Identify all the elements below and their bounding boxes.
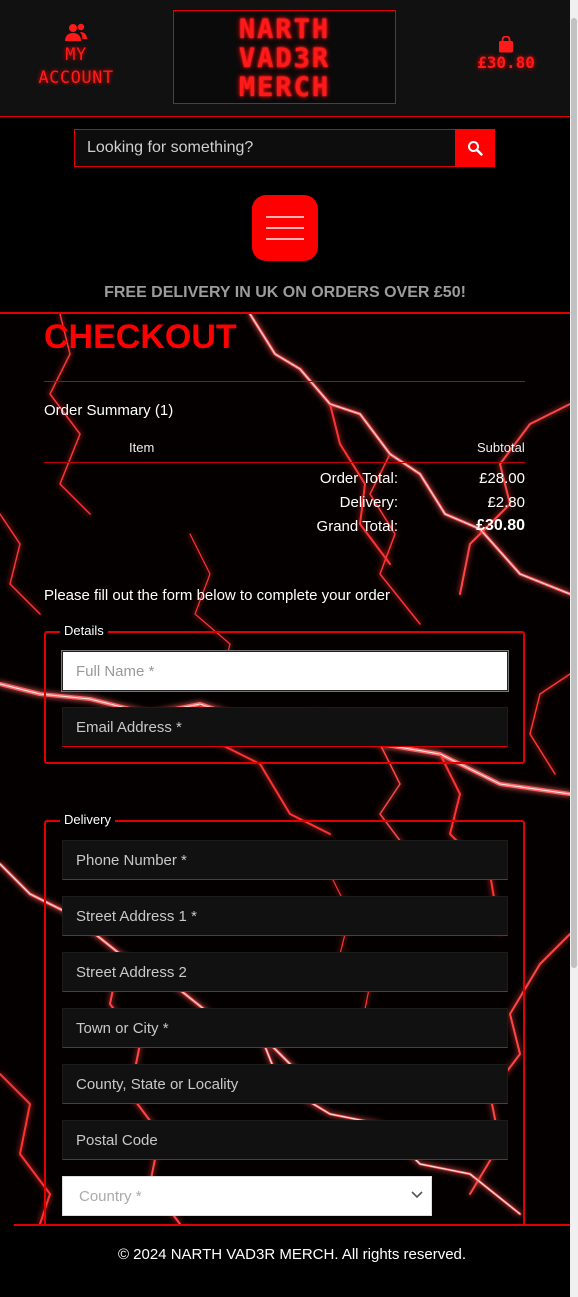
order-total-label: Order Total: [319, 469, 398, 487]
delivery-legend: Delivery [60, 812, 115, 827]
logo-line-1: NARTH [238, 14, 331, 45]
search-icon [468, 141, 483, 156]
bag-total: £30.80 [477, 53, 535, 72]
order-total-row: Order Total: £28.00 [280, 466, 525, 490]
my-account-link[interactable]: MY ACCOUNT [28, 22, 124, 90]
grand-total-value: £30.80 [476, 517, 525, 534]
street-address-1-field[interactable] [62, 896, 508, 936]
scrollbar-thumb[interactable] [571, 18, 577, 968]
search-button[interactable] [455, 129, 495, 167]
delivery-fieldset: Delivery Country * [44, 812, 525, 1240]
page-scrollbar[interactable] [570, 0, 578, 1297]
free-delivery-banner: FREE DELIVERY IN UK ON ORDERS OVER £50! [104, 284, 466, 301]
details-fieldset: Details [44, 623, 525, 764]
copyright-text: © 2024 NARTH VAD3R MERCH. All rights res… [117, 1246, 467, 1263]
grand-total-row: Grand Total: £30.80 [280, 514, 525, 538]
full-name-field[interactable] [62, 651, 508, 691]
grand-total-label: Grand Total: [316, 517, 398, 535]
column-header-item: Item [129, 440, 155, 455]
order-totals: Order Total: £28.00 Delivery: £2.80 Gran… [280, 466, 525, 538]
site-logo[interactable]: NARTH VAD3R MERCH [173, 10, 396, 104]
account-label-line2: ACCOUNT [38, 68, 114, 88]
country-select-value: Country * [79, 1187, 142, 1205]
hamburger-icon-bar [266, 227, 304, 229]
logo-line-2: VAD3R [238, 43, 331, 74]
search-bar [74, 129, 495, 167]
column-header-subtotal: Subtotal [477, 440, 525, 455]
country-select[interactable]: Country * [62, 1176, 432, 1216]
divider [44, 462, 525, 463]
order-total-value: £28.00 [479, 469, 525, 487]
town-city-field[interactable] [62, 1008, 508, 1048]
logo-line-3: MERCH [238, 72, 331, 103]
hamburger-icon-bar [266, 216, 304, 218]
shopping-bag-icon [499, 36, 513, 53]
email-field[interactable] [62, 707, 508, 747]
shopping-bag-link[interactable]: £30.80 [466, 36, 546, 73]
top-header: MY ACCOUNT NARTH VAD3R MERCH £30.80 [0, 0, 570, 117]
divider [44, 381, 525, 382]
account-label-line1: MY [65, 45, 87, 65]
postal-code-field[interactable] [62, 1120, 508, 1160]
chevron-down-icon [411, 1191, 423, 1199]
delivery-label: Delivery: [339, 493, 398, 511]
street-address-2-field[interactable] [62, 952, 508, 992]
phone-number-field[interactable] [62, 840, 508, 880]
hamburger-icon-bar [266, 238, 304, 240]
details-legend: Details [60, 623, 108, 638]
menu-toggle-button[interactable] [252, 195, 318, 261]
users-icon [65, 23, 87, 41]
order-summary-heading: Order Summary (1) [44, 402, 174, 419]
county-field[interactable] [62, 1064, 508, 1104]
site-footer: © 2024 NARTH VAD3R MERCH. All rights res… [14, 1224, 570, 1297]
search-input[interactable] [75, 130, 456, 166]
page-title: CHECKOUT [44, 318, 237, 356]
delivery-value: £2.80 [487, 493, 525, 511]
delivery-row: Delivery: £2.80 [280, 490, 525, 514]
form-instructions: Please fill out the form below to comple… [44, 587, 391, 604]
